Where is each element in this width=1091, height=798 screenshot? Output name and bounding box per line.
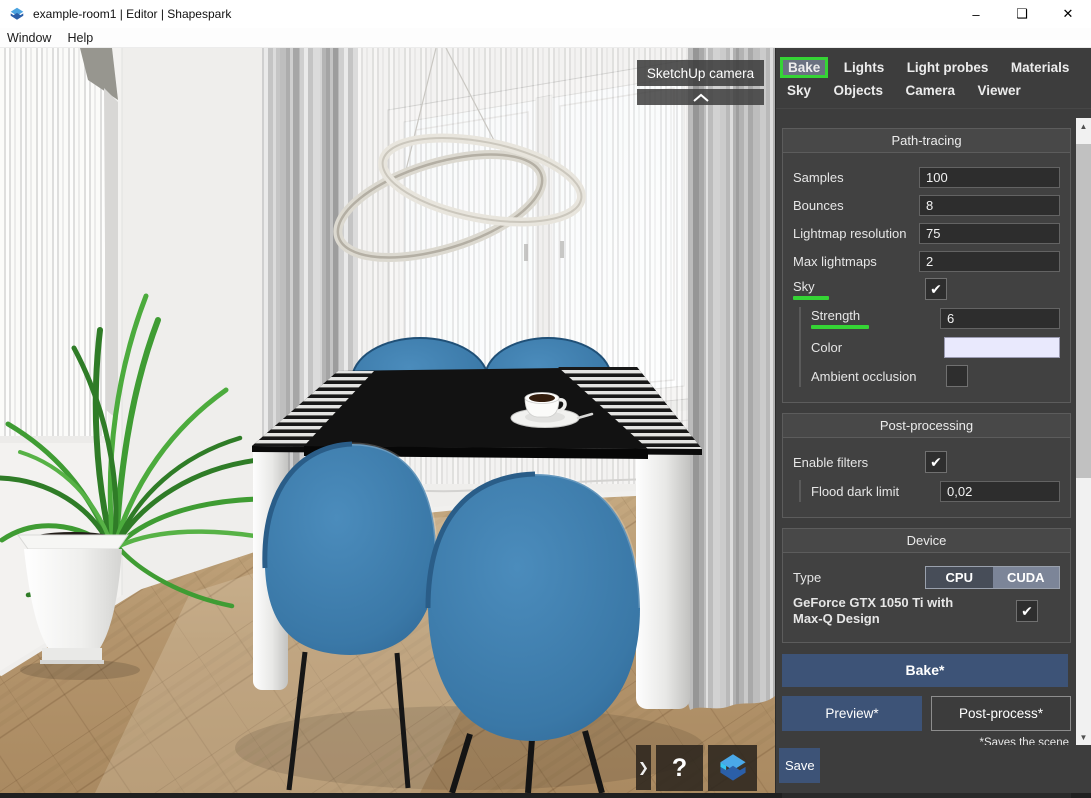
device-option-cpu[interactable]: CPU	[926, 567, 993, 588]
close-button[interactable]: ✕	[1045, 0, 1091, 28]
lightmap-resolution-label: Lightmap resolution	[793, 226, 906, 241]
strength-input[interactable]	[940, 308, 1060, 329]
check-icon: ✔	[930, 281, 942, 298]
window-title: example-room1 | Editor | Shapespark	[33, 7, 231, 21]
tab-camera[interactable]: Camera	[898, 80, 962, 101]
tab-viewer[interactable]: Viewer	[970, 80, 1027, 101]
sky-checkbox[interactable]: ✔	[925, 278, 947, 300]
max-lightmaps-label: Max lightmaps	[793, 254, 877, 269]
tab-sky[interactable]: Sky	[780, 80, 818, 101]
bake-button[interactable]: Bake*	[782, 654, 1068, 687]
settings-panel: Bake Lights Light probes Materials Sky O…	[775, 48, 1091, 793]
chevron-up-icon	[692, 93, 710, 102]
tab-lights[interactable]: Lights	[837, 57, 892, 78]
section-device: Device Type CPU CUDA GeForce GTX 1050 Ti…	[782, 528, 1071, 643]
maximize-button[interactable]: ❑	[999, 0, 1045, 28]
sidebar-collapse-button[interactable]: ❯	[636, 745, 651, 790]
flood-dark-limit-input[interactable]	[940, 481, 1060, 502]
device-type-segmented: CPU CUDA	[925, 566, 1060, 589]
samples-label: Samples	[793, 170, 844, 185]
menu-bar: Window Help	[0, 28, 1091, 48]
gpu-checkbox[interactable]: ✔	[1016, 600, 1038, 622]
minimize-button[interactable]: –	[953, 0, 999, 28]
shapespark-logo-icon	[717, 752, 749, 784]
flood-dark-limit-label: Flood dark limit	[811, 484, 899, 499]
ambient-occlusion-label: Ambient occlusion	[811, 369, 917, 384]
bake-settings-scroll: Path-tracing Samples Bounces Lightmap re…	[776, 118, 1077, 745]
strength-label: Strength	[811, 308, 869, 329]
help-button[interactable]: ?	[656, 745, 703, 791]
check-icon: ✔	[930, 454, 942, 471]
camera-label-collapse-button[interactable]	[637, 89, 764, 105]
device-option-cuda[interactable]: CUDA	[993, 567, 1060, 588]
tab-light-probes[interactable]: Light probes	[900, 57, 996, 78]
shapespark-brand-button[interactable]	[708, 745, 757, 791]
check-icon: ✔	[1021, 603, 1033, 620]
menu-window[interactable]: Window	[0, 28, 59, 48]
bounces-input[interactable]	[919, 195, 1060, 216]
enable-filters-checkbox[interactable]: ✔	[925, 451, 947, 473]
post-process-button[interactable]: Post-process*	[931, 696, 1071, 731]
section-title: Post-processing	[783, 414, 1070, 438]
scrollbar-thumb[interactable]	[1076, 144, 1091, 478]
ambient-occlusion-checkbox[interactable]	[946, 365, 968, 387]
samples-input[interactable]	[919, 167, 1060, 188]
bounces-label: Bounces	[793, 198, 844, 213]
panel-scrollbar[interactable]: ▲ ▼	[1076, 118, 1091, 745]
gpu-name-label: GeForce GTX 1050 Ti with Max-Q Design	[793, 595, 983, 628]
title-bar: example-room1 | Editor | Shapespark – ❑ …	[0, 0, 1091, 28]
scene-render[interactable]	[0, 48, 775, 793]
enable-filters-label: Enable filters	[793, 455, 868, 470]
color-label: Color	[811, 340, 842, 355]
section-path-tracing: Path-tracing Samples Bounces Lightmap re…	[782, 128, 1071, 403]
shapespark-logo-icon	[9, 6, 25, 22]
sky-color-swatch[interactable]	[944, 337, 1060, 358]
max-lightmaps-input[interactable]	[919, 251, 1060, 272]
shapespark-editor-window: { "window": { "title": "example-room1 | …	[0, 0, 1091, 793]
sky-label: Sky	[793, 279, 829, 300]
tab-bake[interactable]: Bake	[780, 57, 828, 78]
save-bar: Save	[776, 745, 1091, 793]
left-window	[0, 48, 118, 443]
save-button[interactable]: Save	[779, 748, 820, 783]
scroll-up-arrow[interactable]: ▲	[1076, 118, 1091, 134]
preview-button[interactable]: Preview*	[782, 696, 922, 731]
menu-help[interactable]: Help	[59, 28, 101, 48]
section-title: Device	[783, 529, 1070, 553]
scroll-down-arrow[interactable]: ▼	[1076, 729, 1091, 745]
curtain-right	[688, 48, 775, 710]
lightmap-resolution-input[interactable]	[919, 223, 1060, 244]
panel-tabs: Bake Lights Light probes Materials Sky O…	[776, 48, 1091, 109]
device-type-label: Type	[793, 570, 821, 585]
camera-mode-label[interactable]: SketchUp camera	[637, 60, 764, 86]
viewport-3d[interactable]: SketchUp camera ❯ ?	[0, 48, 775, 793]
tab-materials[interactable]: Materials	[1004, 57, 1077, 78]
section-title: Path-tracing	[783, 129, 1070, 153]
tab-objects[interactable]: Objects	[826, 80, 890, 101]
section-post-processing: Post-processing Enable filters ✔ Flood d…	[782, 413, 1071, 518]
